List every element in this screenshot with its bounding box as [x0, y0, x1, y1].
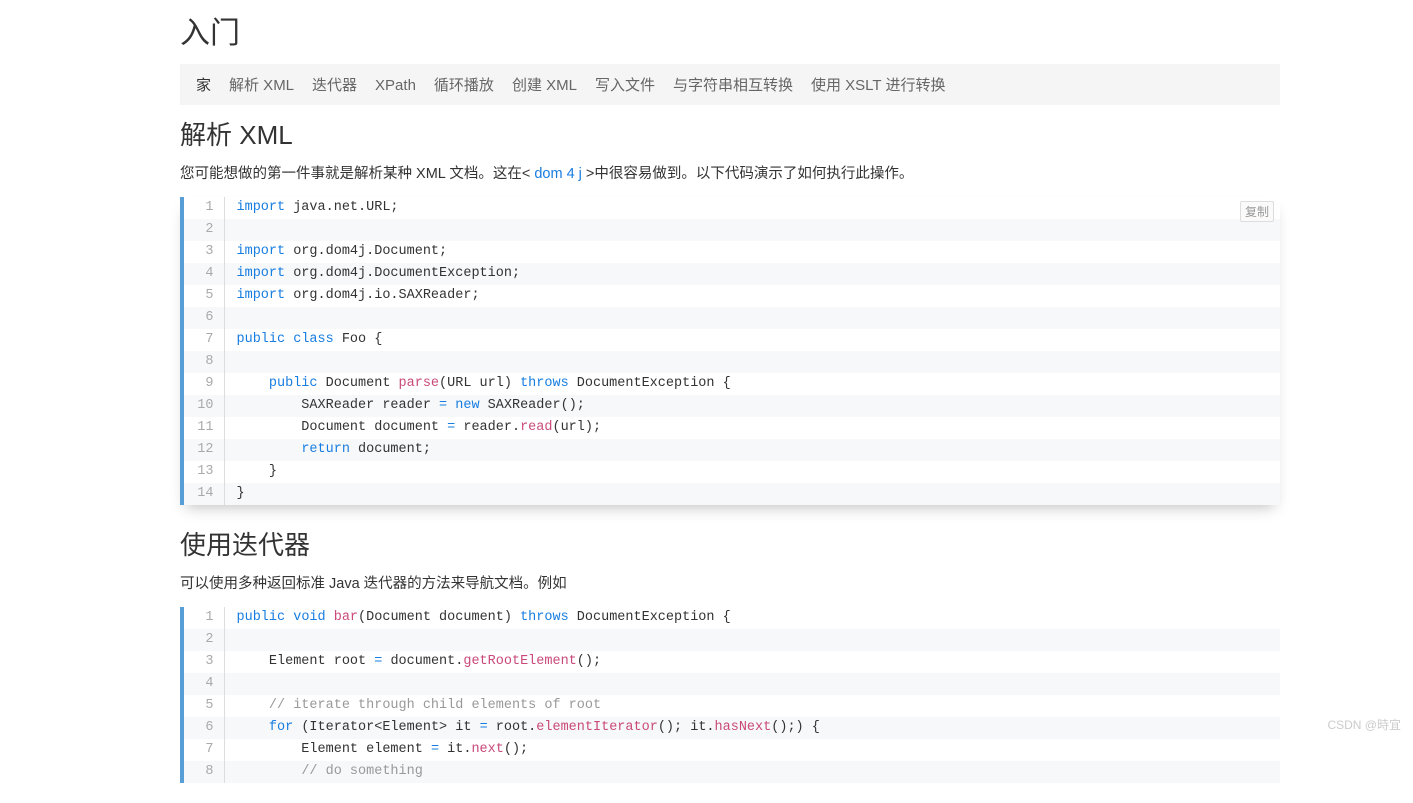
line-number: 9 [184, 373, 224, 395]
line-number: 5 [184, 695, 224, 717]
code-line: Element root = document.getRootElement()… [224, 651, 1280, 673]
section-title-parse-xml: 解析 XML [180, 115, 1280, 152]
line-number: 13 [184, 461, 224, 483]
line-number: 11 [184, 417, 224, 439]
copy-button[interactable]: 复制 [1240, 201, 1274, 222]
nav-item[interactable]: XPath [375, 77, 416, 94]
dom4j-link[interactable]: dom 4 j [534, 166, 582, 182]
code-line: } [224, 483, 1280, 505]
code-table: 1import java.net.URL;23import org.dom4j.… [184, 197, 1280, 505]
nav-item[interactable]: 与字符串相互转换 [673, 74, 793, 95]
section-title-iterator: 使用迭代器 [180, 525, 1280, 562]
code-table: 1public void bar(Document document) thro… [184, 607, 1280, 783]
nav-item[interactable]: 家 [196, 74, 211, 95]
line-number: 12 [184, 439, 224, 461]
nav-item[interactable]: 循环播放 [434, 74, 494, 95]
nav-item[interactable]: 迭代器 [312, 74, 357, 95]
line-number: 7 [184, 329, 224, 351]
code-line: import org.dom4j.Document; [224, 241, 1280, 263]
line-number: 6 [184, 717, 224, 739]
line-number: 8 [184, 351, 224, 373]
code-line: public Document parse(URL url) throws Do… [224, 373, 1280, 395]
code-line: // do something [224, 761, 1280, 783]
line-number: 8 [184, 761, 224, 783]
code-block-2: 1public void bar(Document document) thro… [180, 607, 1280, 783]
line-number: 6 [184, 307, 224, 329]
code-line: public class Foo { [224, 329, 1280, 351]
line-number: 1 [184, 197, 224, 219]
line-number: 5 [184, 285, 224, 307]
nav-item[interactable]: 创建 XML [512, 74, 577, 95]
code-line: Element element = it.next(); [224, 739, 1280, 761]
line-number: 14 [184, 483, 224, 505]
code-line [224, 307, 1280, 329]
line-number: 1 [184, 607, 224, 629]
code-line [224, 351, 1280, 373]
code-line: } [224, 461, 1280, 483]
section-desc: 您可能想做的第一件事就是解析某种 XML 文档。这在< dom 4 j >中很容… [180, 162, 1280, 183]
line-number: 2 [184, 629, 224, 651]
code-line: import org.dom4j.io.SAXReader; [224, 285, 1280, 307]
nav-item[interactable]: 写入文件 [595, 74, 655, 95]
code-line [224, 219, 1280, 241]
line-number: 4 [184, 263, 224, 285]
page-title: 入门 [180, 8, 1280, 52]
line-number: 4 [184, 673, 224, 695]
code-line: SAXReader reader = new SAXReader(); [224, 395, 1280, 417]
code-line: import java.net.URL; [224, 197, 1280, 219]
code-line [224, 629, 1280, 651]
nav-item[interactable]: 解析 XML [229, 74, 294, 95]
code-line: return document; [224, 439, 1280, 461]
line-number: 7 [184, 739, 224, 761]
code-line: // iterate through child elements of roo… [224, 695, 1280, 717]
nav-item[interactable]: 使用 XSLT 进行转换 [811, 74, 945, 95]
line-number: 3 [184, 651, 224, 673]
watermark: CSDN @時宜 [1327, 716, 1401, 733]
code-line: public void bar(Document document) throw… [224, 607, 1280, 629]
section-nav: 家解析 XML 迭代器 XPath 循环播放创建 XML 写入文件与字符串相互转换使用 … [180, 64, 1280, 105]
code-line: Document document = reader.read(url); [224, 417, 1280, 439]
code-line: import org.dom4j.DocumentException; [224, 263, 1280, 285]
line-number: 3 [184, 241, 224, 263]
code-block-1: 复制 1import java.net.URL;23import org.dom… [180, 197, 1280, 505]
line-number: 2 [184, 219, 224, 241]
line-number: 10 [184, 395, 224, 417]
code-line [224, 673, 1280, 695]
section-desc: 可以使用多种返回标准 Java 迭代器的方法来导航文档。例如 [180, 572, 1280, 593]
code-line: for (Iterator<Element> it = root.element… [224, 717, 1280, 739]
